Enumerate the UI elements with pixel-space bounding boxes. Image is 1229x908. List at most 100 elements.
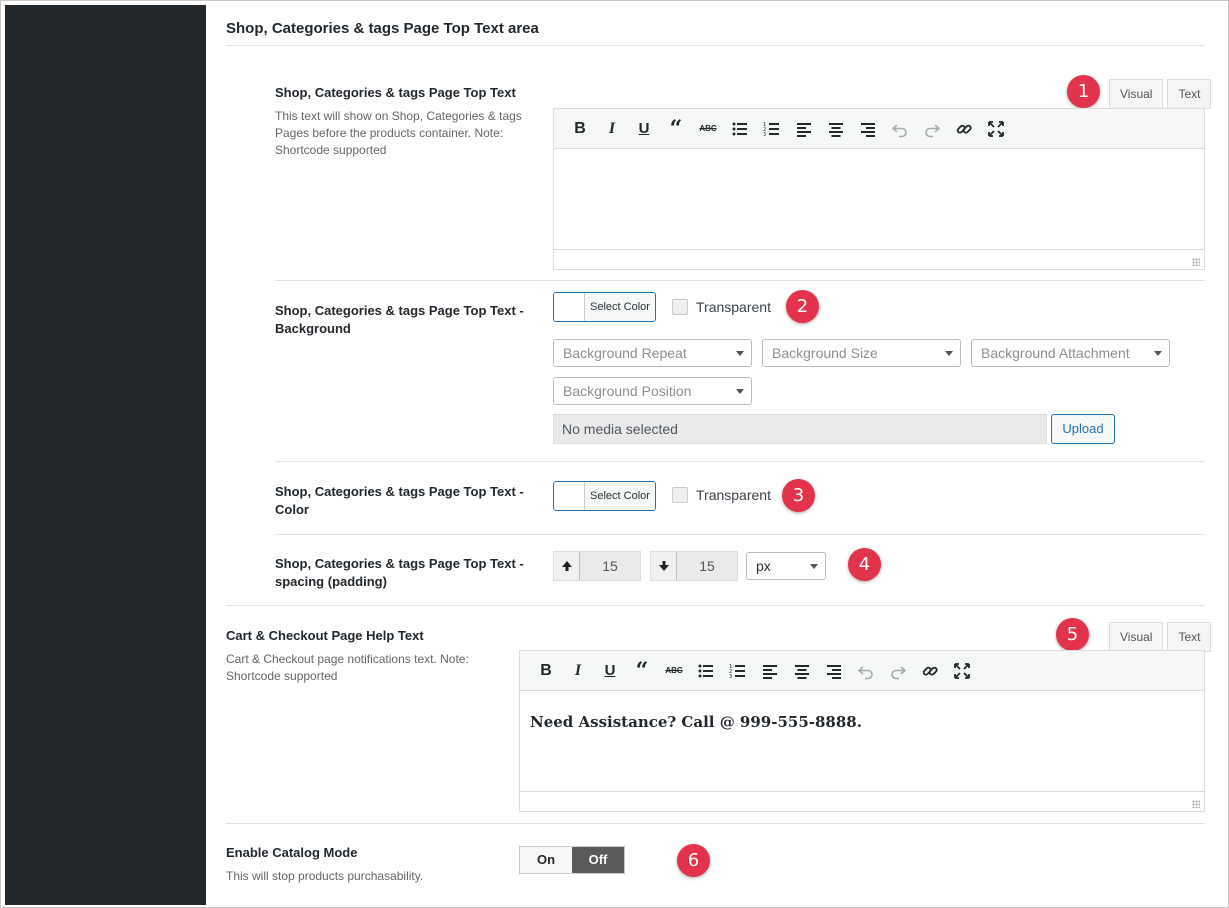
divider <box>226 823 1205 824</box>
numbered-list-icon[interactable]: 123 <box>756 115 788 143</box>
chevron-down-icon <box>945 351 953 356</box>
transparent-label: Transparent <box>696 487 771 503</box>
cart-editor-tabs: Visual Text <box>1109 622 1212 652</box>
bullet-list-icon[interactable] <box>690 657 722 685</box>
fullscreen-icon[interactable] <box>946 657 978 685</box>
top-text-editor-tabs: Visual Text <box>1109 79 1212 109</box>
bullet-list-icon[interactable] <box>724 115 756 143</box>
arrow-up-icon <box>554 552 580 580</box>
background-size-placeholder: Background Size <box>772 345 878 361</box>
text-color-picker[interactable]: Select Color <box>553 481 656 511</box>
resize-grip-icon[interactable] <box>1192 800 1200 808</box>
spacing-label: Shop, Categories & tags Page Top Text - … <box>275 556 524 589</box>
padding-top-input[interactable]: 15 <box>553 551 641 581</box>
underline-icon[interactable]: U <box>594 657 626 685</box>
callout-badge-3: 3 <box>782 479 815 512</box>
background-attachment-select[interactable]: Background Attachment <box>971 339 1170 367</box>
numbered-list-icon[interactable]: 123 <box>722 657 754 685</box>
svg-text:3: 3 <box>763 132 766 138</box>
tab-text[interactable]: Text <box>1167 79 1212 109</box>
cart-help-editor-content[interactable]: Need Assistance? Call @ 999-555-8888. <box>520 691 1204 791</box>
callout-badge-2: 2 <box>786 290 819 323</box>
tab-visual[interactable]: Visual <box>1109 79 1164 109</box>
editor-toolbar: B I U “ ABC 123 <box>554 109 1204 149</box>
divider <box>226 605 1205 606</box>
unit-value: px <box>756 558 771 574</box>
padding-bottom-value[interactable]: 15 <box>677 552 737 580</box>
media-field: No media selected <box>553 414 1047 444</box>
top-text-editor: B I U “ ABC 123 <box>553 108 1205 270</box>
transparent-label: Transparent <box>696 299 771 315</box>
cart-help-label: Cart & Checkout Page Help Text <box>226 628 424 643</box>
editor-statusbar <box>554 249 1204 269</box>
select-color-label: Select Color <box>585 293 655 321</box>
resize-grip-icon[interactable] <box>1192 258 1200 266</box>
background-label: Shop, Categories & tags Page Top Text - … <box>275 303 524 336</box>
italic-icon[interactable]: I <box>562 657 594 685</box>
callout-badge-6: 6 <box>677 844 710 877</box>
section-title: Shop, Categories & tags Page Top Text ar… <box>226 20 539 37</box>
app-frame: Shop, Categories & tags Page Top Text ar… <box>0 0 1229 908</box>
align-center-icon[interactable] <box>786 657 818 685</box>
arrow-down-icon <box>651 552 677 580</box>
link-icon[interactable] <box>948 115 980 143</box>
tab-text[interactable]: Text <box>1167 622 1212 652</box>
blockquote-icon[interactable]: “ <box>660 115 692 143</box>
color-label: Shop, Categories & tags Page Top Text - … <box>275 484 524 517</box>
callout-badge-1: 1 <box>1067 75 1100 108</box>
tab-visual[interactable]: Visual <box>1109 622 1164 652</box>
chevron-down-icon <box>810 564 818 569</box>
catalog-mode-label: Enable Catalog Mode <box>226 845 358 860</box>
background-repeat-select[interactable]: Background Repeat <box>553 339 752 367</box>
background-repeat-placeholder: Background Repeat <box>563 345 687 361</box>
toggle-off-button[interactable]: Off <box>572 847 624 873</box>
top-text-label: Shop, Categories & tags Page Top Text <box>275 85 516 100</box>
cart-help-editor: B I U “ ABC 123 Need Assistance? Call @ … <box>519 650 1205 812</box>
background-attachment-placeholder: Background Attachment <box>981 345 1130 361</box>
divider <box>275 280 1205 281</box>
undo-icon[interactable] <box>884 115 916 143</box>
fullscreen-icon[interactable] <box>980 115 1012 143</box>
strikethrough-icon[interactable]: ABC <box>658 657 690 685</box>
background-position-select[interactable]: Background Position <box>553 377 752 405</box>
color-swatch <box>554 482 585 510</box>
align-left-icon[interactable] <box>788 115 820 143</box>
bold-icon[interactable]: B <box>564 115 596 143</box>
cart-help-text: Need Assistance? Call @ 999-555-8888. <box>530 713 862 731</box>
align-right-icon[interactable] <box>852 115 884 143</box>
background-transparent-checkbox[interactable]: Transparent <box>672 299 771 315</box>
checkbox-box[interactable] <box>672 487 688 503</box>
svg-text:3: 3 <box>729 674 732 680</box>
align-left-icon[interactable] <box>754 657 786 685</box>
background-position-placeholder: Background Position <box>563 383 692 399</box>
redo-icon[interactable] <box>916 115 948 143</box>
background-size-select[interactable]: Background Size <box>762 339 961 367</box>
padding-top-value[interactable]: 15 <box>580 552 640 580</box>
cart-help-description: Cart & Checkout page notifications text.… <box>226 652 469 683</box>
unit-select[interactable]: px <box>746 552 826 580</box>
color-transparent-checkbox[interactable]: Transparent <box>672 487 771 503</box>
align-center-icon[interactable] <box>820 115 852 143</box>
align-right-icon[interactable] <box>818 657 850 685</box>
chevron-down-icon <box>736 389 744 394</box>
redo-icon[interactable] <box>882 657 914 685</box>
chevron-down-icon <box>1154 351 1162 356</box>
undo-icon[interactable] <box>850 657 882 685</box>
strikethrough-icon[interactable]: ABC <box>692 115 724 143</box>
upload-button[interactable]: Upload <box>1051 414 1115 444</box>
catalog-mode-toggle[interactable]: On Off <box>519 846 625 874</box>
top-text-editor-content[interactable] <box>554 149 1204 249</box>
italic-icon[interactable]: I <box>596 115 628 143</box>
checkbox-box[interactable] <box>672 299 688 315</box>
bold-icon[interactable]: B <box>530 657 562 685</box>
divider <box>275 461 1205 462</box>
admin-sidebar <box>5 5 206 905</box>
background-color-picker[interactable]: Select Color <box>553 292 656 322</box>
underline-icon[interactable]: U <box>628 115 660 143</box>
blockquote-icon[interactable]: “ <box>626 657 658 685</box>
catalog-mode-description: This will stop products purchasability. <box>226 869 424 883</box>
toggle-on-button[interactable]: On <box>520 847 572 873</box>
link-icon[interactable] <box>914 657 946 685</box>
padding-bottom-input[interactable]: 15 <box>650 551 738 581</box>
editor-statusbar <box>520 791 1204 811</box>
